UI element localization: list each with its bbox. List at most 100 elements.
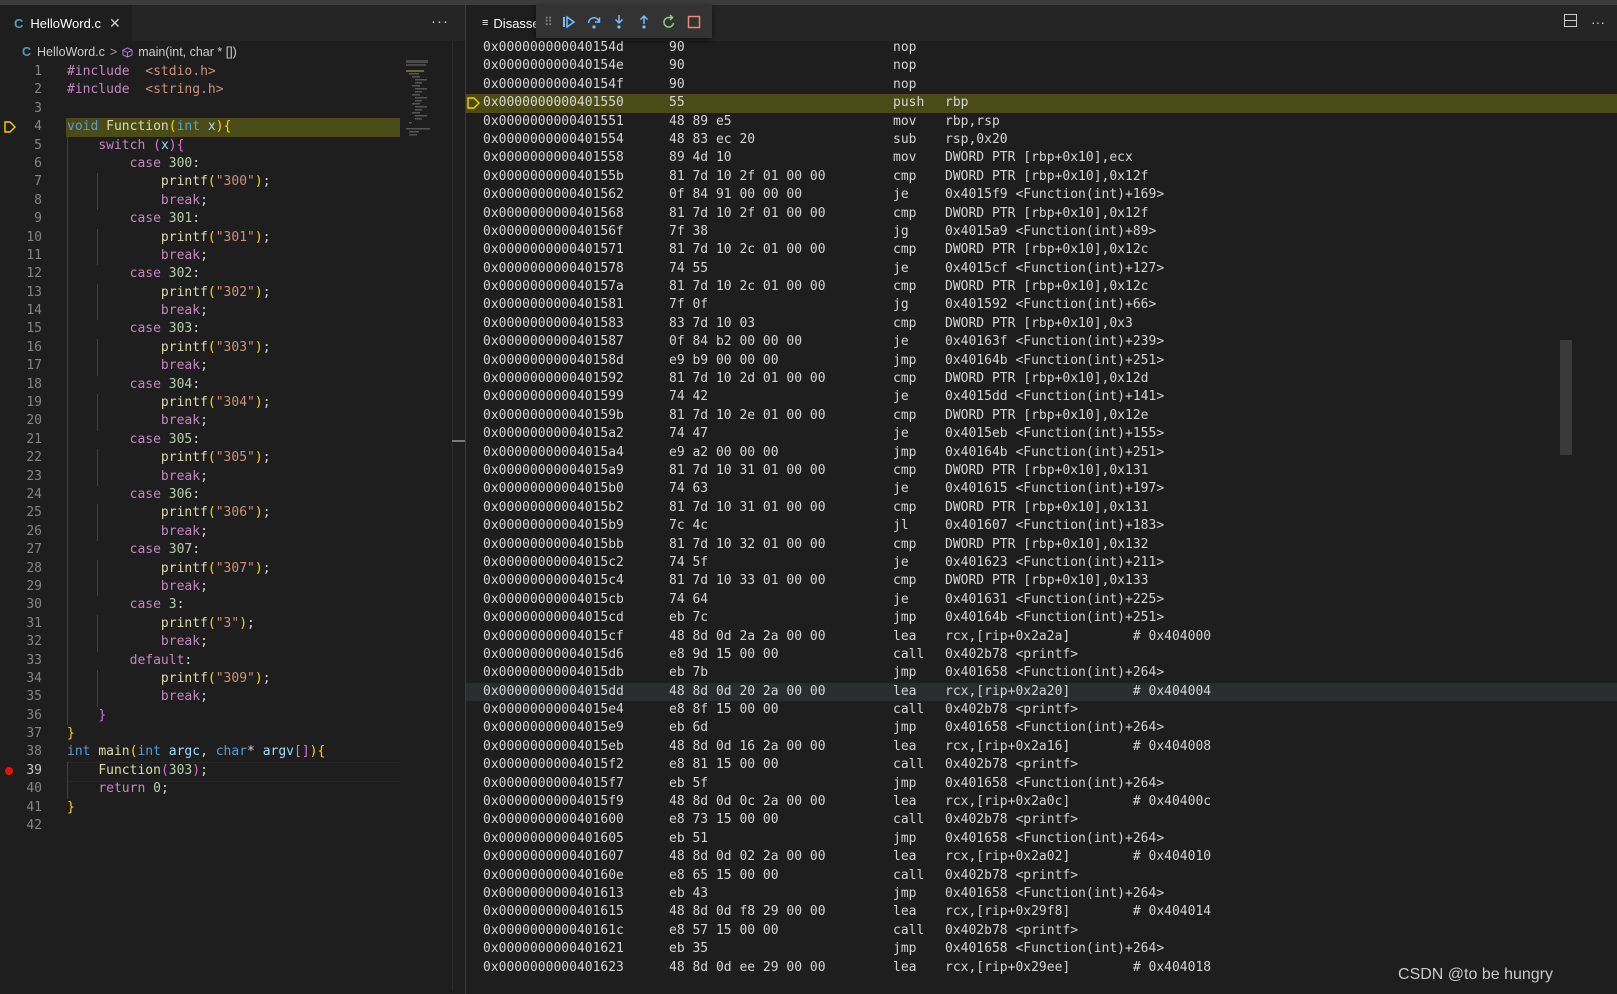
disassembly-row[interactable]: 0x0000000000401592 81 7d 10 2d 01 00 00 cm… bbox=[466, 370, 1617, 388]
line-number[interactable]: 18 bbox=[0, 376, 42, 394]
line-number[interactable]: 35 bbox=[0, 688, 42, 706]
line-number[interactable]: 33 bbox=[0, 652, 42, 670]
disassembly-row[interactable]: 0x00000000004015b0 74 63 je 0x401615 <Funct… bbox=[466, 480, 1617, 498]
drag-handle-icon[interactable]: ⠿ bbox=[544, 15, 553, 29]
line-number[interactable]: 4 bbox=[0, 118, 42, 136]
disassembly-row[interactable]: 0x0000000000401568 81 7d 10 2f 01 00 00 cm… bbox=[466, 205, 1617, 223]
disassembly-row[interactable]: 0x0000000000401599 74 42 je 0x4015dd <Funct… bbox=[466, 388, 1617, 406]
disassembly-row[interactable]: 0x0000000000401578 74 55 je 0x4015cf <Funct… bbox=[466, 260, 1617, 278]
code-line[interactable]: 40 return 0; bbox=[0, 780, 465, 799]
breadcrumb-symbol[interactable]: main(int, char * []) bbox=[138, 45, 237, 59]
continue-icon[interactable] bbox=[557, 9, 582, 35]
line-number[interactable]: 39 bbox=[0, 762, 42, 780]
more-actions-icon[interactable]: ··· bbox=[431, 13, 449, 30]
code-line[interactable]: 6 case 300: bbox=[0, 154, 465, 174]
line-number[interactable]: 32 bbox=[0, 633, 42, 651]
stop-icon[interactable] bbox=[682, 9, 707, 35]
code-line[interactable]: 39 Function(303); bbox=[0, 761, 465, 782]
code-line[interactable]: 34 printf("309"); bbox=[0, 669, 465, 689]
code-line[interactable]: 30 case 3: bbox=[0, 596, 465, 615]
code-line[interactable]: 26 break; bbox=[0, 522, 465, 542]
disassembly-row[interactable]: 0x00000000004015d6 e8 9d 15 00 00 call 0x40… bbox=[466, 646, 1617, 664]
code-line[interactable]: 31 printf("3"); bbox=[0, 614, 465, 634]
code-line[interactable]: 2 #include <string.h> bbox=[0, 81, 465, 99]
disassembly-row[interactable]: 0x00000000004015f7 eb 5f jmp 0x401658 <Func… bbox=[466, 775, 1617, 793]
code-line[interactable]: 24 case 306: bbox=[0, 485, 465, 505]
disassembly-row[interactable]: 0x000000000040158d e9 b9 00 00 00 jmp 0x401… bbox=[466, 352, 1617, 370]
code-line[interactable]: 42 bbox=[0, 817, 465, 835]
line-number[interactable]: 6 bbox=[0, 155, 42, 173]
close-icon[interactable]: ✕ bbox=[109, 15, 121, 32]
line-number[interactable]: 20 bbox=[0, 412, 42, 430]
disassembly-row[interactable]: 0x00000000004015e9 eb 6d jmp 0x401658 <Func… bbox=[466, 719, 1617, 737]
code-line[interactable]: 13 printf("302"); bbox=[0, 283, 465, 303]
tab-disassembly[interactable]: ≡ Disassembly bbox=[466, 5, 538, 41]
code-line[interactable]: 28 printf("307"); bbox=[0, 559, 465, 578]
line-number[interactable]: 27 bbox=[0, 541, 42, 559]
disassembly-row[interactable]: 0x000000000040154e 90 nop bbox=[466, 57, 1617, 75]
disassembly-row[interactable]: 0x00000000004015cf 48 8d 0d 2a 2a 00 00 le… bbox=[466, 628, 1617, 646]
disassembly-row[interactable]: 0x00000000004015a2 74 47 je 0x4015eb <Funct… bbox=[466, 425, 1617, 443]
disassembly-row[interactable]: 0x0000000000401600 e8 73 15 00 00 call 0x40… bbox=[466, 811, 1617, 829]
disassembly-row[interactable]: 0x00000000004015c2 74 5f je 0x401623 <Funct… bbox=[466, 554, 1617, 572]
disassembly-row[interactable]: 0x00000000004015a9 81 7d 10 31 01 00 00 cm… bbox=[466, 462, 1617, 480]
line-number[interactable]: 22 bbox=[0, 449, 42, 467]
code-area[interactable]: 1 #include <stdio.h> 2 #include <string.h> 3… bbox=[0, 63, 465, 835]
code-line[interactable]: 29 break; bbox=[0, 577, 465, 597]
code-line[interactable]: 41} bbox=[0, 799, 465, 817]
code-line[interactable]: 17 break; bbox=[0, 357, 465, 376]
code-line[interactable]: 19 printf("304"); bbox=[0, 394, 465, 413]
disassembly-row[interactable]: 0x00000000004015f9 48 8d 0d 0c 2a 00 00 le… bbox=[466, 793, 1617, 811]
line-number[interactable]: 13 bbox=[0, 284, 42, 302]
code-line[interactable]: 21 case 305: bbox=[0, 430, 465, 450]
disassembly-row[interactable]: 0x000000000040154f 90 nop bbox=[466, 76, 1617, 94]
code-line[interactable]: 27 case 307: bbox=[0, 541, 465, 560]
line-number[interactable]: 10 bbox=[0, 229, 42, 247]
disassembly-row[interactable]: 0x00000000004015f2 e8 81 15 00 00 call 0x40… bbox=[466, 756, 1617, 774]
code-line[interactable]: 5 switch (x){ bbox=[0, 136, 465, 155]
line-number[interactable]: 3 bbox=[0, 100, 42, 118]
disassembly-row[interactable]: 0x0000000000401550 55 push rbp bbox=[466, 94, 1617, 113]
disassembly-row[interactable]: 0x00000000004015dd 48 8d 0d 20 2a 00 00 le… bbox=[466, 682, 1617, 702]
disassembly-row[interactable]: 0x0000000000401581 7f 0f jg 0x401592 <Funct… bbox=[466, 296, 1617, 314]
disassembly-row[interactable]: 0x0000000000401613 eb 43 jmp 0x401658 <Func… bbox=[466, 885, 1617, 903]
disassembly-row[interactable]: 0x00000000004015cb 74 64 je 0x401631 <Funct… bbox=[466, 591, 1617, 609]
minimap[interactable] bbox=[406, 60, 436, 140]
line-number[interactable]: 17 bbox=[0, 357, 42, 375]
code-line[interactable]: 32 break; bbox=[0, 633, 465, 652]
line-number[interactable]: 42 bbox=[0, 817, 42, 835]
code-line[interactable]: 8 break; bbox=[0, 191, 465, 211]
code-line[interactable]: 7 printf("300"); bbox=[0, 173, 465, 192]
code-line[interactable]: 38 int main(int argc, char* argv[]){ bbox=[0, 743, 465, 761]
line-number[interactable]: 34 bbox=[0, 670, 42, 688]
line-number[interactable]: 41 bbox=[0, 799, 42, 817]
code-line[interactable]: 4 void Function(int x){ bbox=[0, 118, 465, 137]
disassembly-row[interactable]: 0x00000000004015c4 81 7d 10 33 01 00 00 cm… bbox=[466, 572, 1617, 590]
step-out-icon[interactable] bbox=[632, 9, 657, 35]
split-editor-icon[interactable] bbox=[1564, 14, 1577, 27]
line-number[interactable]: 40 bbox=[0, 780, 42, 798]
line-number[interactable]: 2 bbox=[0, 81, 42, 99]
code-line[interactable]: 11 break; bbox=[0, 246, 465, 266]
disassembly-view[interactable]: 0x000000000040154d 90 nop 0x000000000040154… bbox=[466, 39, 1617, 977]
code-line[interactable]: 9 case 301: bbox=[0, 210, 465, 229]
code-line[interactable]: 18 case 304: bbox=[0, 375, 465, 395]
line-number[interactable]: 1 bbox=[0, 63, 42, 81]
code-line[interactable]: 37} bbox=[0, 725, 465, 743]
code-line[interactable]: 22 printf("305"); bbox=[0, 449, 465, 468]
editor-scrollbar[interactable] bbox=[452, 41, 466, 991]
disassembly-row[interactable]: 0x00000000004015db eb 7b jmp 0x401658 <Func… bbox=[466, 664, 1617, 682]
disassembly-row[interactable]: 0x000000000040159b 81 7d 10 2e 01 00 00 cm… bbox=[466, 407, 1617, 425]
line-number[interactable]: 36 bbox=[0, 707, 42, 725]
code-line[interactable]: 16 printf("303"); bbox=[0, 338, 465, 358]
line-number[interactable]: 23 bbox=[0, 468, 42, 486]
line-number[interactable]: 19 bbox=[0, 394, 42, 412]
disassembly-row[interactable]: 0x00000000004015e4 e8 8f 15 00 00 call 0x40… bbox=[466, 701, 1617, 719]
disassembly-row[interactable]: 0x00000000004015b9 7c 4c jl 0x401607 <Funct… bbox=[466, 517, 1617, 535]
disassembly-row[interactable]: 0x0000000000401554 48 83 ec 20 sub rsp,0x20 bbox=[466, 131, 1617, 149]
line-number[interactable]: 30 bbox=[0, 596, 42, 614]
line-number[interactable]: 7 bbox=[0, 173, 42, 191]
line-number[interactable]: 15 bbox=[0, 320, 42, 338]
code-line[interactable]: 12 case 302: bbox=[0, 265, 465, 284]
disassembly-row[interactable]: 0x000000000040160e e8 65 15 00 00 call 0x40… bbox=[466, 867, 1617, 885]
